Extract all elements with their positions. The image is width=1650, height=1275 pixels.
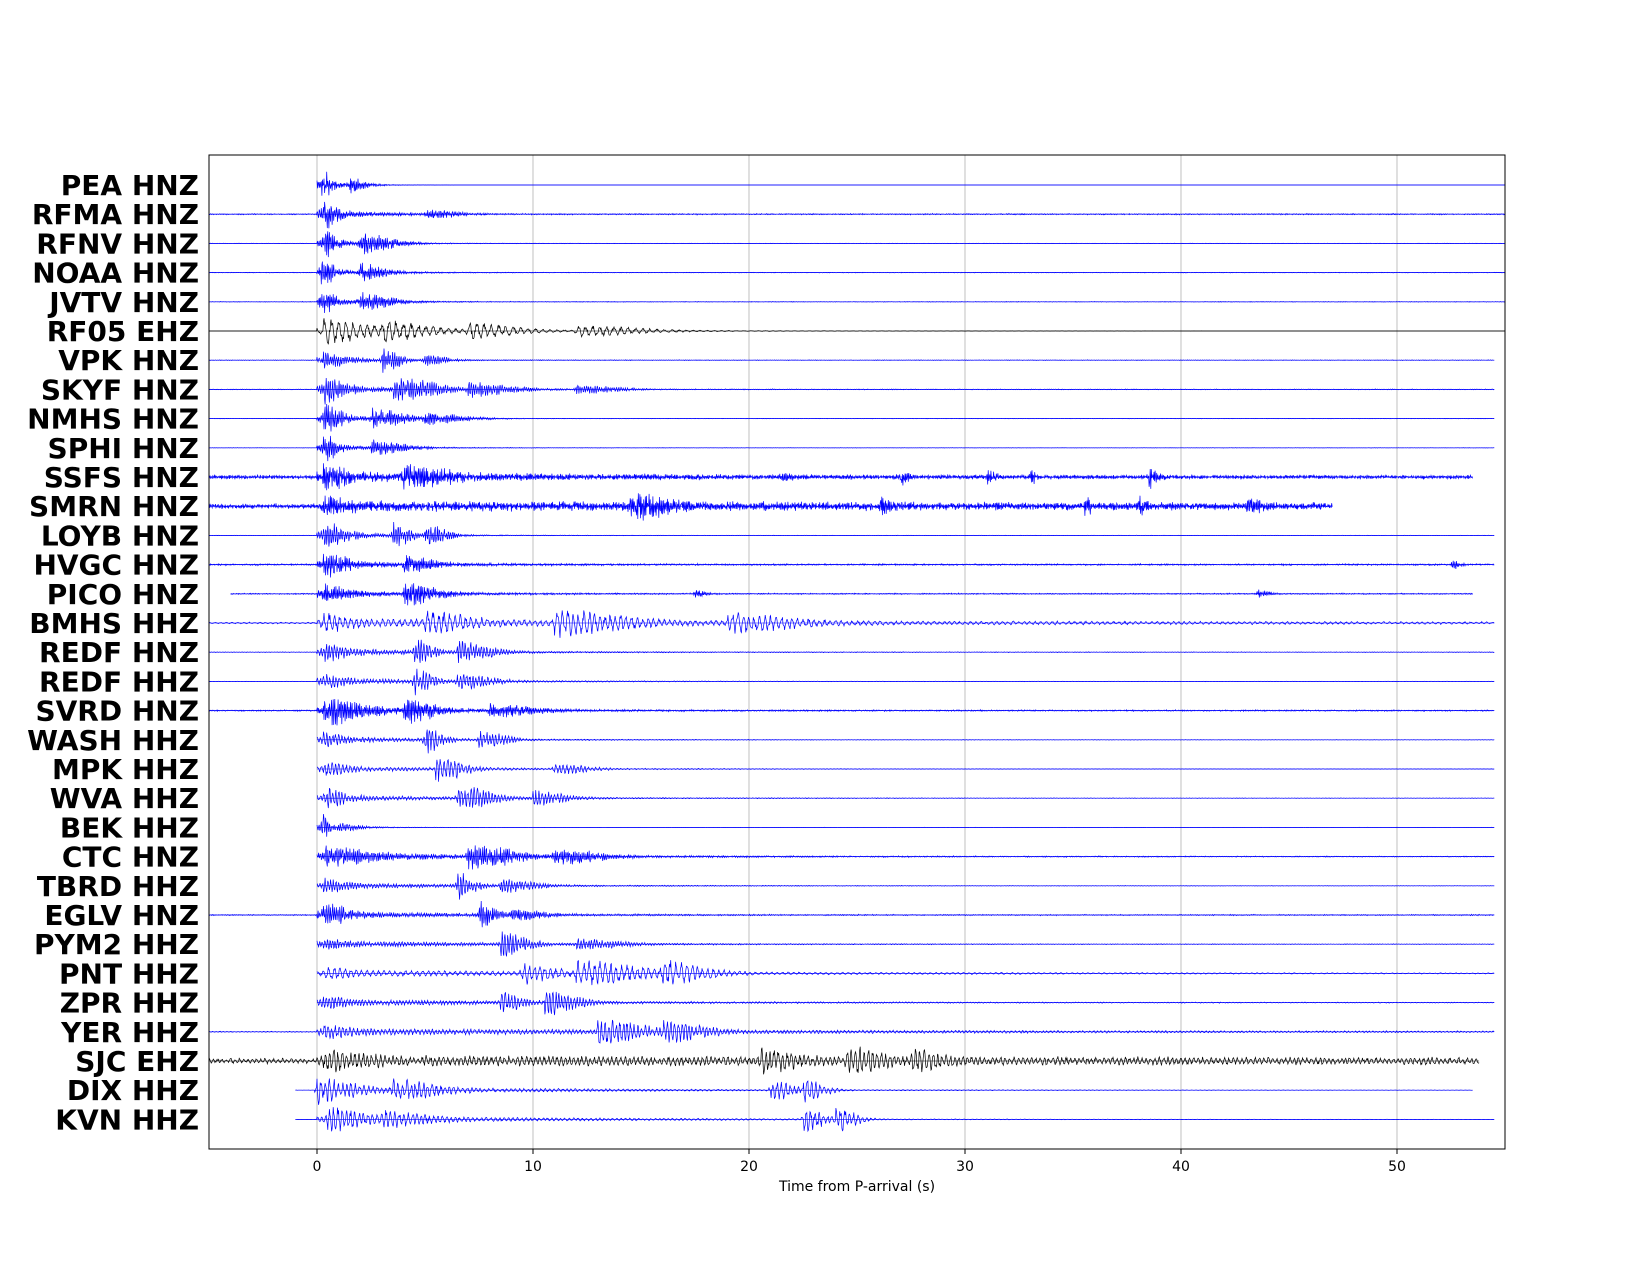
station-label: BMHS HHZ: [29, 607, 199, 640]
station-label: REDF HNZ: [39, 636, 199, 669]
station-label: TBRD HHZ: [37, 870, 199, 903]
station-label: REDF HHZ: [39, 665, 199, 698]
x-tick-label: 20: [740, 1159, 758, 1175]
x-tick-label: 40: [1172, 1159, 1190, 1175]
station-label: HVGC HNZ: [33, 549, 199, 582]
station-label: SSFS HNZ: [44, 461, 199, 494]
station-label: CTC HNZ: [62, 841, 199, 874]
station-label: WVA HHZ: [50, 782, 199, 815]
station-label: WASH HHZ: [27, 724, 199, 757]
x-tick-label: 50: [1388, 1159, 1406, 1175]
station-label: LOYB HNZ: [41, 519, 199, 552]
station-label: BEK HHZ: [60, 811, 199, 844]
station-label: RF05 EHZ: [47, 315, 199, 348]
station-label: KVN HHZ: [55, 1103, 199, 1136]
station-label: SMRN HNZ: [29, 490, 199, 523]
x-tick-label: 0: [313, 1159, 322, 1175]
station-label: YER HHZ: [60, 1016, 199, 1049]
station-label: RFNV HNZ: [36, 227, 199, 260]
station-label: PYM2 HHZ: [34, 928, 199, 961]
station-label: PICO HNZ: [47, 578, 199, 611]
station-label: DIX HHZ: [67, 1074, 199, 1107]
x-tick-label: 30: [956, 1159, 974, 1175]
station-label: NOAA HNZ: [32, 257, 199, 290]
station-label: SKYF HNZ: [41, 373, 199, 406]
station-label: JVTV HNZ: [47, 286, 199, 319]
station-label: ZPR HHZ: [60, 987, 199, 1020]
station-label: NMHS HNZ: [27, 403, 199, 436]
station-label: PEA HNZ: [61, 169, 199, 202]
x-axis-label: Time from P-arrival (s): [778, 1179, 935, 1195]
station-label: SVRD HNZ: [35, 695, 199, 728]
station-label: SJC EHZ: [75, 1045, 199, 1078]
station-label: RFMA HNZ: [32, 198, 199, 231]
station-label: EGLV HNZ: [44, 899, 199, 932]
seismogram-figure: PEA HNZRFMA HNZRFNV HNZNOAA HNZJVTV HNZR…: [0, 0, 1650, 1275]
station-label: SPHI HNZ: [48, 432, 199, 465]
figure-background: [0, 0, 1650, 1275]
station-label: PNT HHZ: [59, 957, 199, 990]
station-label: MPK HHZ: [52, 753, 199, 786]
station-label: VPK HNZ: [58, 344, 199, 377]
x-tick-label: 10: [524, 1159, 542, 1175]
